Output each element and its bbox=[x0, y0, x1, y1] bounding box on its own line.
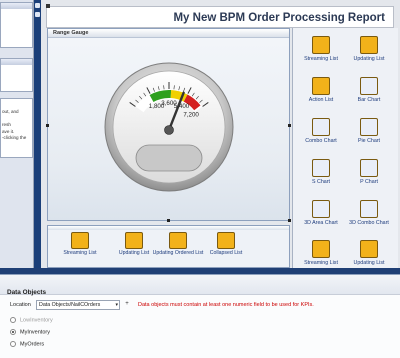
pin-icon[interactable] bbox=[35, 3, 40, 8]
list-tool-item[interactable]: Collapsed List bbox=[200, 232, 252, 256]
pie-chart-icon[interactable] bbox=[360, 118, 378, 136]
resize-handle[interactable] bbox=[288, 124, 291, 127]
combo-chart-icon[interactable] bbox=[312, 118, 330, 136]
gauge-scale-label: 7,200 bbox=[183, 112, 199, 119]
list-tools-panel: Streaming List Updating List Updating Orde… bbox=[47, 225, 290, 268]
toolbox-item[interactable]: Streaming List bbox=[299, 36, 343, 74]
left-help-box: out, and resh ave it. -clicking the bbox=[0, 98, 33, 158]
toolbox-item-label: Bar Chart bbox=[357, 97, 381, 103]
location-value: Data Objects/NailCOrders bbox=[39, 302, 101, 308]
location-select[interactable]: Data Objects/NailCOrders ▾ bbox=[36, 300, 120, 310]
toolbox-item-label: Combo Chart bbox=[305, 138, 337, 144]
toolbox-item[interactable]: Combo Chart bbox=[299, 118, 343, 156]
left-box-1 bbox=[0, 2, 33, 48]
bar-chart-icon[interactable] bbox=[360, 77, 378, 95]
streaming-list-icon[interactable] bbox=[312, 240, 330, 258]
list-tool-label: Updating Ordered List bbox=[152, 250, 204, 256]
toolbox-item-label: 3D Combo Chart bbox=[349, 220, 389, 226]
toolbox-item-label: Pie Chart bbox=[357, 138, 381, 144]
option-label: MyOrders bbox=[20, 341, 45, 348]
updating-list-icon[interactable] bbox=[360, 240, 378, 258]
area-chart-3d-icon[interactable] bbox=[312, 200, 330, 218]
gauge-pivot bbox=[164, 125, 174, 135]
list-tool-label: Collapsed List bbox=[209, 250, 243, 256]
chevron-down-icon[interactable]: ▾ bbox=[115, 301, 118, 309]
updating-ordered-list-icon[interactable] bbox=[169, 232, 187, 249]
toolbox-item-label: Updating List bbox=[353, 260, 385, 266]
resize-handle[interactable] bbox=[288, 219, 291, 222]
gauge-panel-title: Range Gauge bbox=[53, 30, 89, 36]
resize-handle[interactable] bbox=[46, 124, 49, 127]
toolbox-item-label: 3D Area Chart bbox=[304, 220, 338, 226]
streaming-list-icon[interactable] bbox=[71, 232, 89, 249]
toolbox-item[interactable]: Updating List bbox=[347, 36, 391, 74]
list-tools-header bbox=[48, 226, 289, 230]
data-objects-title: Data Objects bbox=[7, 289, 47, 296]
data-objects-header bbox=[0, 275, 400, 295]
option-label: LowInventory bbox=[20, 317, 53, 324]
toolbox-item-label: Streaming List bbox=[304, 260, 338, 266]
list-tool-label: Streaming List bbox=[63, 250, 97, 256]
left-help-line: out, and bbox=[2, 109, 19, 114]
combo-chart-3d-icon[interactable] bbox=[360, 200, 378, 218]
toolbox-item-label: S Chart bbox=[312, 179, 330, 185]
list-tool-item[interactable]: Streaming List bbox=[54, 232, 106, 256]
left-box-1-header bbox=[1, 3, 32, 9]
toolbox-item-label: P Chart bbox=[360, 179, 378, 185]
option-label: MyInventory bbox=[20, 329, 50, 336]
gauge-panel-header: Range Gauge bbox=[48, 29, 289, 38]
kpi-warning-text: Data objects must contain at least one n… bbox=[138, 302, 314, 308]
left-help-line: -clicking the bbox=[2, 135, 27, 140]
radio-icon bbox=[10, 317, 16, 323]
s-chart-icon[interactable] bbox=[312, 159, 330, 177]
left-pane: out, and resh ave it. -clicking the bbox=[0, 0, 34, 268]
selection-handle[interactable] bbox=[46, 4, 50, 8]
updating-list-icon[interactable] bbox=[360, 36, 378, 54]
range-gauge-panel[interactable]: Range Gauge 1,800 3,600 5,400 7,200 bbox=[46, 28, 291, 222]
gauge-value-display bbox=[135, 144, 203, 172]
streaming-list-icon[interactable] bbox=[312, 36, 330, 54]
add-location-icon[interactable]: + bbox=[122, 300, 132, 310]
data-objects-panel: Data Objects Location Data Objects/NailC… bbox=[0, 274, 400, 358]
toolbox-item-label: Updating List bbox=[353, 56, 385, 62]
location-label: Location bbox=[10, 302, 31, 308]
data-object-option-myorders[interactable]: MyOrders bbox=[10, 341, 44, 347]
pane-splitter[interactable] bbox=[34, 0, 41, 268]
collapsed-list-icon[interactable] bbox=[217, 232, 235, 249]
toolbox-item[interactable]: Pie Chart bbox=[347, 118, 391, 156]
toolbox-item[interactable]: 3D Combo Chart bbox=[347, 200, 391, 238]
report-title: My New BPM Order Processing Report bbox=[173, 12, 385, 24]
left-box-2 bbox=[0, 58, 33, 92]
list-tool-item[interactable]: Updating Ordered List bbox=[152, 232, 204, 256]
toolbox-item-label: Action List bbox=[308, 97, 334, 103]
p-chart-icon[interactable] bbox=[360, 159, 378, 177]
radio-icon[interactable] bbox=[10, 341, 16, 347]
toolbox-item[interactable]: Bar Chart bbox=[347, 77, 391, 115]
action-list-icon[interactable] bbox=[312, 77, 330, 95]
toolbox-item-label: Streaming List bbox=[304, 56, 338, 62]
toolbox-item[interactable]: P Chart bbox=[347, 159, 391, 197]
toolbox-panel: Streaming List Updating List Action List Ba… bbox=[292, 28, 398, 268]
pin-icon[interactable] bbox=[35, 12, 40, 17]
resize-handle[interactable] bbox=[167, 219, 170, 222]
toolbox-item[interactable]: 3D Area Chart bbox=[299, 200, 343, 238]
data-object-option-lowinventory: LowInventory bbox=[10, 317, 53, 323]
toolbox-item[interactable]: S Chart bbox=[299, 159, 343, 197]
report-title-bar[interactable]: My New BPM Order Processing Report bbox=[46, 6, 394, 28]
toolbox-item[interactable]: Action List bbox=[299, 77, 343, 115]
left-box-2-header bbox=[1, 59, 32, 65]
range-gauge: 1,8003,6005,4007,200 bbox=[104, 62, 234, 192]
gauge-band-green bbox=[149, 90, 172, 103]
radio-icon[interactable] bbox=[10, 329, 16, 335]
data-object-option-myinventory[interactable]: MyInventory bbox=[10, 329, 50, 335]
updating-list-icon[interactable] bbox=[125, 232, 143, 249]
